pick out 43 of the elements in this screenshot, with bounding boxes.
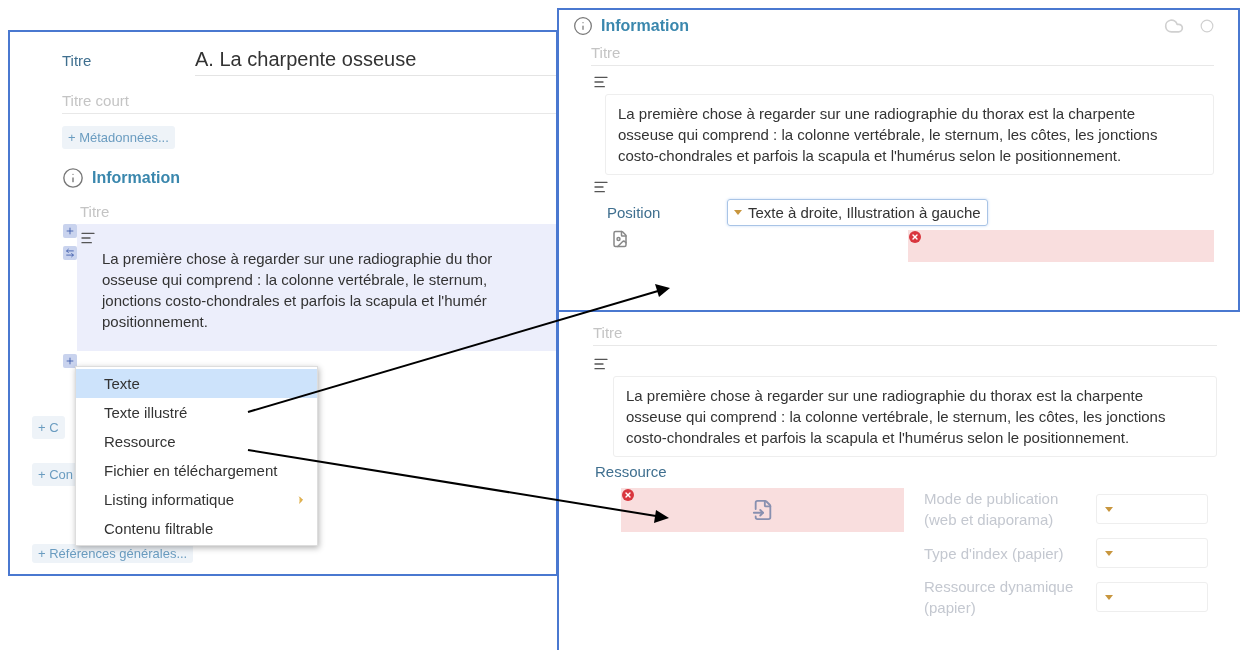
paragraph-icon	[593, 74, 609, 90]
position-label: Position	[607, 204, 662, 221]
remove-icon[interactable]	[622, 489, 634, 501]
swap-block-button[interactable]	[63, 246, 77, 260]
paragraph-box: La première chose à regarder sur une radiographie du thorax est la charpente osseuse qui comprend : la colonne vertébrale, le sternum, les côtes, les jonctions costo-chondrales et parfois la scapula et l'humérus selon le positionnement.	[613, 376, 1217, 457]
option-label: Ressource dynamique (papier)	[924, 577, 1075, 618]
section-title-field[interactable]: Titre	[80, 199, 556, 224]
add-block-button[interactable]	[63, 224, 77, 238]
paragraph-box: La première chose à regarder sur une radiographie du thorax est la charpente osseuse qui comprend : la colonne vertébrale, le sternum, les côtes, les jonctions costo-chondrales et parfois la scapula et l'humérus selon le positionnement.	[605, 94, 1214, 175]
remove-icon[interactable]	[909, 231, 921, 243]
title-field[interactable]: Titre	[593, 320, 1217, 346]
menu-item[interactable]: Texte illustré	[76, 398, 317, 427]
resource-dropzone[interactable]	[621, 488, 904, 532]
menu-item[interactable]: Contenu filtrable	[76, 514, 317, 543]
menu-item[interactable]: Ressource	[76, 427, 317, 456]
paragraph-icon	[593, 356, 609, 372]
paragraph-icon	[593, 179, 609, 195]
option-select[interactable]	[1096, 582, 1208, 612]
resource-heading: Ressource	[595, 463, 668, 480]
paragraph-icon	[80, 230, 96, 246]
circle-icon[interactable]	[1200, 19, 1214, 33]
paragraph-line: jonctions costo-chondrales et parfois la scapula et l'humér	[102, 291, 488, 311]
section-heading: Information	[601, 17, 689, 35]
menu-item[interactable]: Texte	[76, 369, 317, 398]
option-label: Type d'index (papier)	[924, 543, 1065, 564]
menu-item[interactable]: Listing informatique	[76, 485, 317, 514]
info-icon	[62, 167, 84, 189]
short-title-field[interactable]: Titre court	[62, 88, 556, 114]
paragraph-line: positionnement.	[102, 312, 209, 332]
position-select[interactable]: Texte à droite, Illustration à gauche	[727, 199, 988, 226]
cloud-icon[interactable]	[1164, 16, 1184, 36]
option-select[interactable]	[1096, 494, 1208, 524]
option-select[interactable]	[1096, 538, 1208, 568]
section-heading: Information	[92, 169, 180, 187]
info-icon	[573, 16, 593, 36]
file-icon	[751, 499, 774, 521]
paragraph-line: La première chose à regarder sur une radiographie du thor	[102, 249, 494, 269]
title-label: Titre	[62, 51, 93, 69]
title-field[interactable]: Titre	[591, 40, 1214, 66]
paragraph-line: osseuse qui comprend : la colonne vertébrale, le sternum,	[102, 270, 489, 290]
title-field[interactable]: A. La charpente osseuse	[195, 44, 556, 76]
option-label: Mode de publication (web et diaporama)	[924, 489, 1060, 530]
add-block-button[interactable]	[63, 354, 77, 368]
